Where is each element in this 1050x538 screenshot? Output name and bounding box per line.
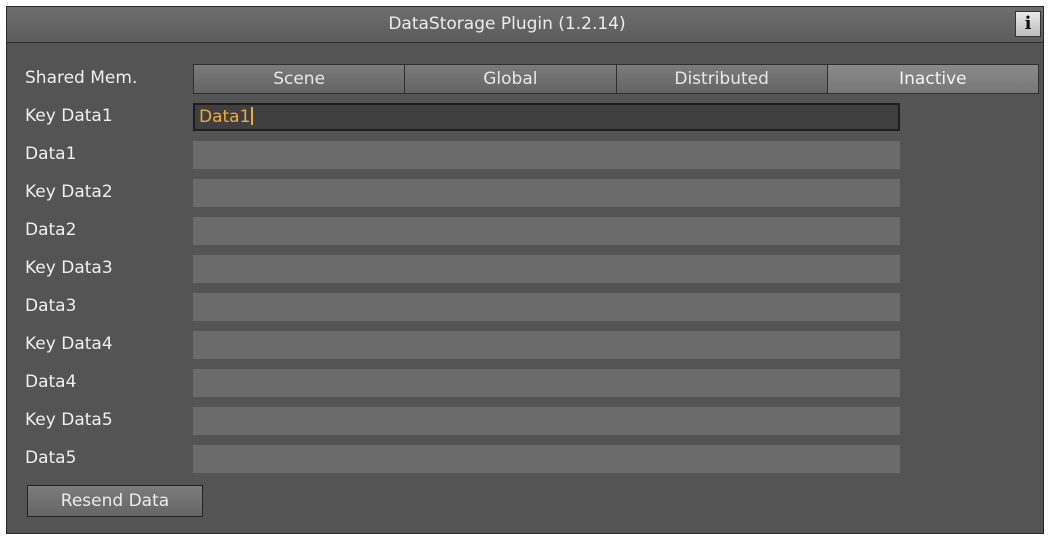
data1-row: Data1 [7,139,1043,170]
data5-row: Data5 [7,443,1043,474]
key-data4-input[interactable] [193,331,900,359]
data3-row: Data3 [7,291,1043,322]
data1-label: Data1 [25,144,77,164]
data3-input[interactable] [193,293,900,321]
key-data4-label: Key Data4 [25,334,113,354]
panel-title: DataStorage Plugin (1.2.14) [388,14,626,34]
data2-row: Data2 [7,215,1043,246]
data5-label: Data5 [25,448,77,468]
data5-input[interactable] [193,445,900,473]
key-data5-row: Key Data5 [7,405,1043,436]
resend-data-button[interactable]: Resend Data [27,485,203,517]
info-icon[interactable]: i [1015,11,1041,37]
key-data2-input[interactable] [193,179,900,207]
title-bar: DataStorage Plugin (1.2.14) i [7,7,1043,43]
key-data1-row: Key Data1 Data1 [7,101,1043,132]
key-data3-label: Key Data3 [25,258,113,278]
data4-row: Data4 [7,367,1043,398]
text-caret [251,107,254,125]
key-data5-label: Key Data5 [25,410,113,430]
key-data1-value: Data1 [199,107,251,127]
data4-label: Data4 [25,372,77,392]
datastorage-plugin-panel: DataStorage Plugin (1.2.14) i Shared Mem… [6,6,1044,534]
shared-mem-row: Shared Mem. Scene Global Distributed Ina… [7,63,1043,94]
key-data4-row: Key Data4 [7,329,1043,360]
data2-input[interactable] [193,217,900,245]
data4-input[interactable] [193,369,900,397]
shared-mem-label: Shared Mem. [25,68,138,88]
key-data2-row: Key Data2 [7,177,1043,208]
key-data5-input[interactable] [193,407,900,435]
key-data1-input[interactable]: Data1 [193,103,900,131]
data1-input[interactable] [193,141,900,169]
key-data1-label: Key Data1 [25,106,113,126]
shared-mem-inactive-button[interactable]: Inactive [827,64,1039,94]
shared-mem-scene-button[interactable]: Scene [193,64,406,94]
key-data3-input[interactable] [193,255,900,283]
shared-mem-distributed-button[interactable]: Distributed [616,64,828,94]
shared-mem-selector: Scene Global Distributed Inactive [193,64,1039,94]
key-data2-label: Key Data2 [25,182,113,202]
data3-label: Data3 [25,296,77,316]
shared-mem-global-button[interactable]: Global [405,64,617,94]
data2-label: Data2 [25,220,77,240]
key-data3-row: Key Data3 [7,253,1043,284]
